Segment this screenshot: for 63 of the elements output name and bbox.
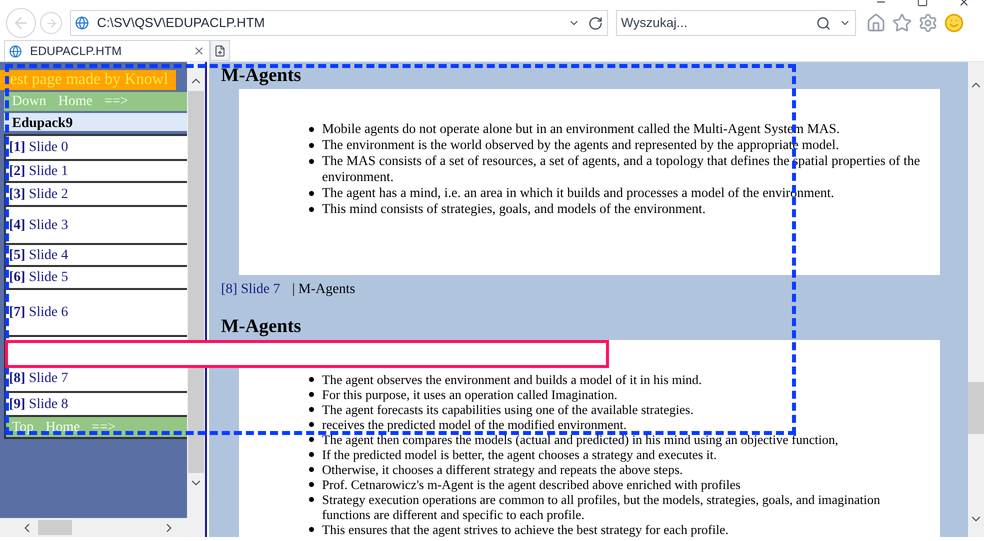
slide-item[interactable]: [7] Slide 6 [6, 290, 187, 335]
bullet-icon [309, 437, 314, 442]
horizontal-scrollbar[interactable] [0, 518, 205, 537]
sidebar-title: Edupack9 [4, 113, 187, 131]
scroll-thumb[interactable] [968, 382, 984, 434]
bullet-icon [309, 527, 314, 532]
favorites-icon[interactable] [892, 13, 912, 33]
bullet-icon [309, 422, 314, 427]
section-heading: M-Agents [220, 316, 302, 338]
address-field[interactable]: C:\SV\QSV\EDUPACLP.HTM [70, 10, 608, 36]
search-icon[interactable] [816, 16, 831, 30]
scroll-thumb[interactable] [38, 520, 72, 535]
page-icon [75, 16, 89, 30]
refresh-icon[interactable] [588, 16, 603, 30]
bullet-icon [309, 407, 314, 412]
slide-item[interactable]: [2] Slide 1 [6, 161, 187, 181]
bullet-text: This ensures that the agent strives to achieve the best strategy for each profile. [322, 522, 728, 537]
close-tab-icon[interactable] [193, 45, 205, 57]
slide-title: | M-Agents [292, 281, 356, 299]
bullet-text: The MAS consists of a set of resources, a set of agents, and a topology that defines the spatial properties of the environment. [322, 153, 921, 185]
bullet-icon [309, 159, 314, 164]
new-tab-button[interactable] [210, 40, 230, 61]
bullet-text: Otherwise, it chooses a different strategy and repeats the above steps. [322, 462, 683, 477]
bullet-text: Prof. Cetnarowicz's m-Agent is the agent described above enriched with profiles [322, 477, 741, 492]
slide-item[interactable]: [4] Slide 3 [6, 207, 187, 243]
bullet-text: The agent then compares the models (actual and predicted) in his mind using an objective function, [322, 432, 838, 447]
bullet-icon [309, 191, 314, 196]
bullet-icon [309, 452, 314, 457]
bullet-icon [309, 482, 314, 487]
scrollbar[interactable] [187, 62, 205, 518]
slide-item[interactable]: [1] Slide 0 [6, 136, 187, 159]
bullet-text: The environment is the world observed by the agents and represented by the appropriate model. [322, 137, 839, 153]
forward-arrow-icon [44, 16, 58, 30]
slide-item[interactable]: [3] Slide 2 [6, 183, 187, 205]
home-icon[interactable] [866, 13, 886, 33]
bullet-text: receives the predicted model of the modified environment. [322, 417, 627, 432]
page-icon [9, 44, 22, 58]
banner: est page made by Knowl [0, 70, 176, 90]
bullet-text: This mind consists of strategies, goals, and models of the environment. [322, 201, 706, 217]
bullet-icon [309, 467, 314, 472]
new-page-icon [214, 44, 226, 56]
bullet-icon [309, 207, 314, 212]
bullet-text: For this purpose, it uses an operation called Imagination. [322, 387, 618, 402]
scrollbar[interactable] [968, 62, 984, 537]
slide-item[interactable]: [9] Slide 8 [6, 393, 187, 415]
bullet-icon [309, 392, 314, 397]
bullet-icon [309, 143, 314, 148]
section-heading: M-Agents [220, 65, 302, 87]
bullet-icon [309, 497, 314, 502]
bullet-text: The agent has a mind, i.e. an area in which it builds and processes a model of the environment. [322, 185, 834, 201]
bullet-text: Strategy execution operations are common to all profiles, but the models, strategies, goals, and imagination functions are different and specific to each profile. [322, 492, 882, 522]
settings-icon[interactable] [918, 13, 938, 33]
scroll-thumb[interactable] [188, 91, 204, 473]
bullet-text: The agent observes the environment and builds a model of it in his mind. [322, 372, 702, 387]
slide-item[interactable]: [5] Slide 4 [6, 245, 187, 265]
bullet-icon [309, 127, 314, 132]
slide-item[interactable]: [6] Slide 5 [6, 267, 187, 288]
bullet-icon [309, 377, 314, 382]
bullet-text: If the predicted model is better, the agent chooses a strategy and executes it. [322, 447, 717, 462]
search-field[interactable]: Wyszukaj... [616, 10, 856, 36]
slide-link[interactable]: [8] Slide 7 [221, 279, 280, 300]
browser-tab[interactable]: EDUPACLP.HTM [4, 40, 210, 61]
bullet-text: The agent forecasts its capabilities using one of the available strategies. [322, 402, 694, 417]
